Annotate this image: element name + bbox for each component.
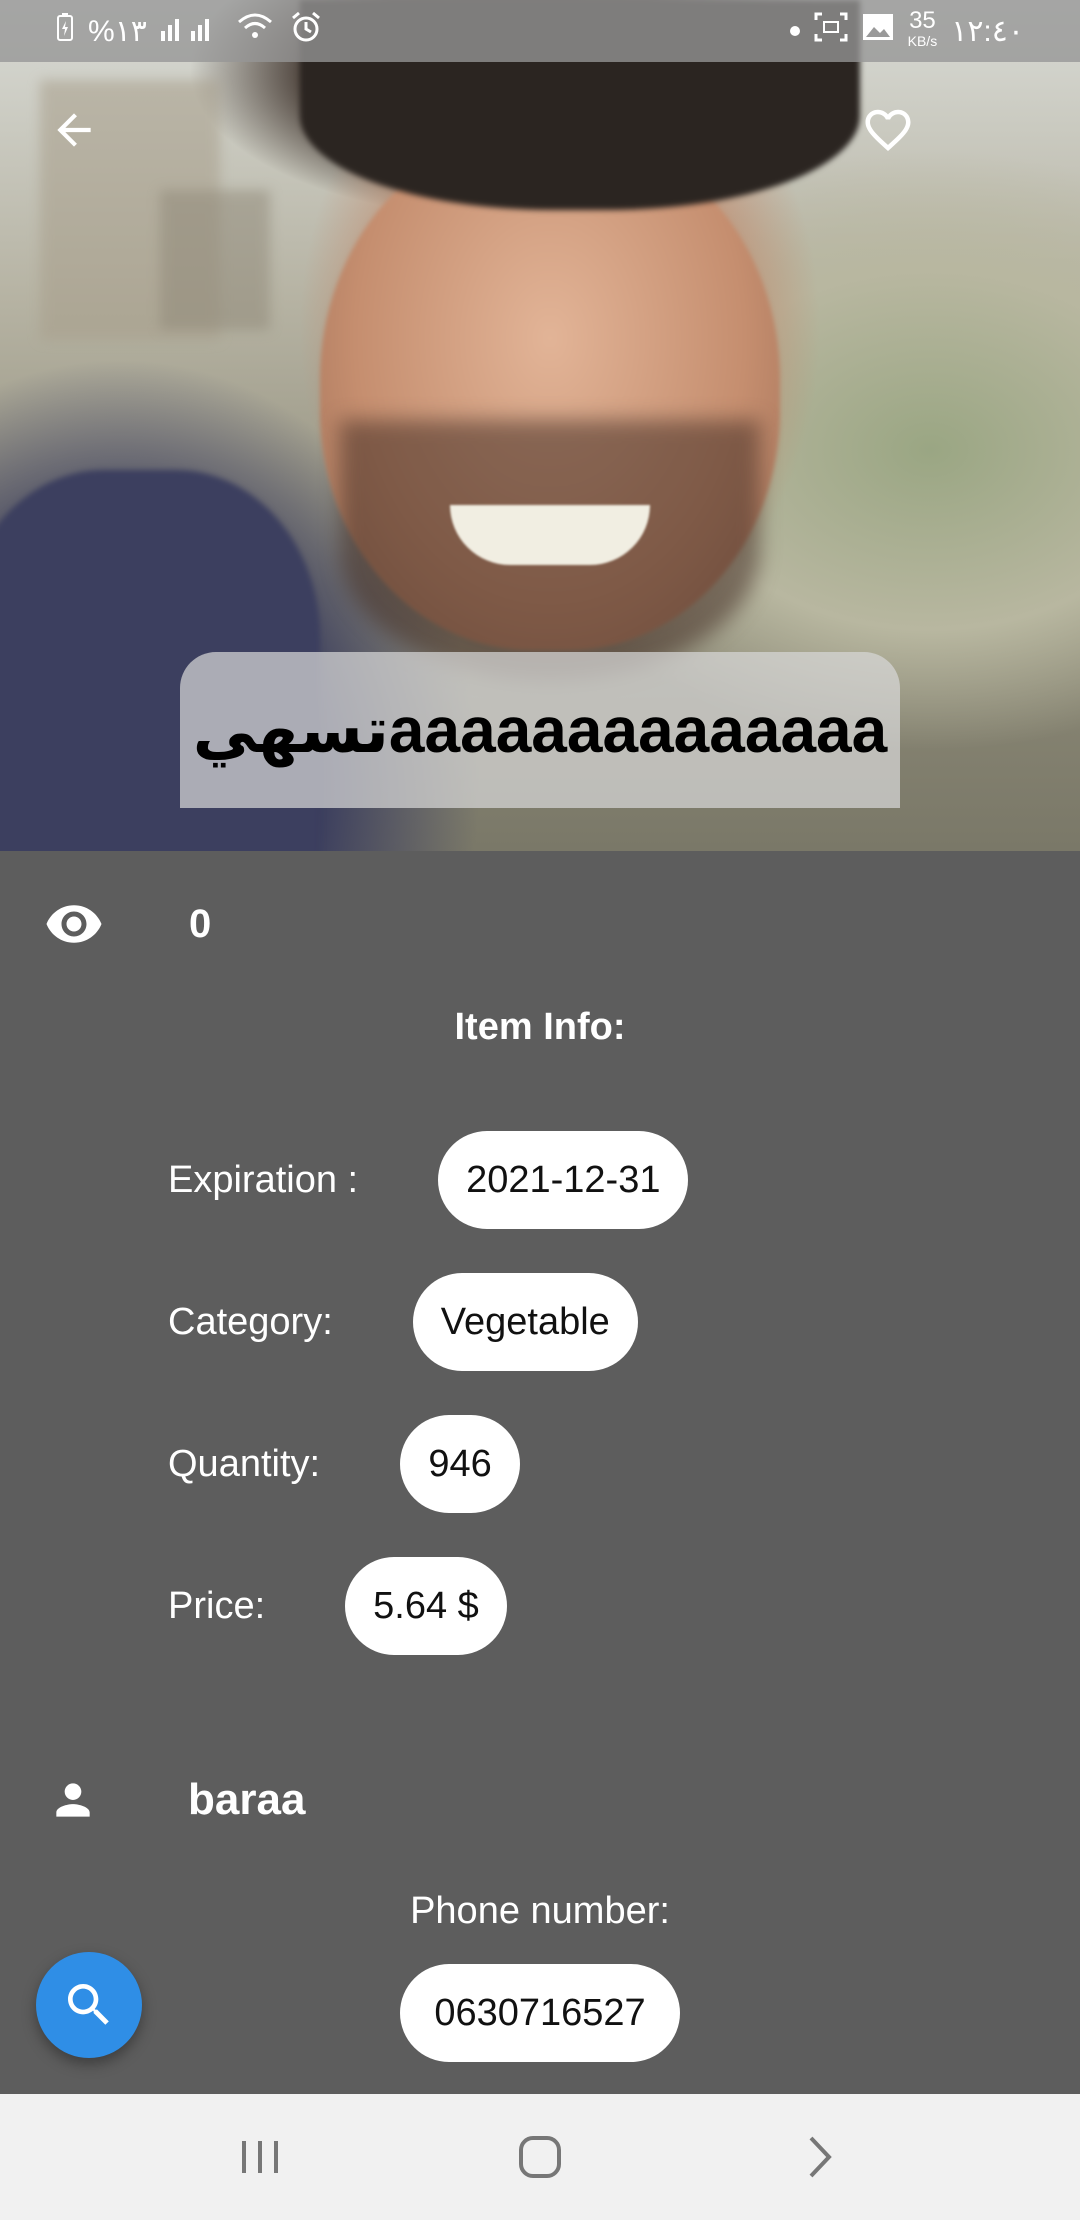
battery-icon: [56, 12, 74, 50]
status-bar: %١٣ 35 KB/s ١٢:٤٠: [0, 0, 1080, 62]
battery-level: %١٣: [88, 14, 147, 48]
gallery-icon: [862, 13, 894, 49]
category-label: Category:: [168, 1300, 333, 1343]
expiration-row: Expiration : 2021-12-31: [168, 1131, 689, 1229]
views-row: 0: [44, 890, 211, 958]
views-count: 0: [189, 902, 212, 946]
price-value: 5.64 $: [345, 1557, 507, 1655]
expiration-value: 2021-12-31: [438, 1131, 689, 1229]
home-icon: [519, 2136, 561, 2178]
system-nav-bar: [0, 2094, 1080, 2220]
back-nav-button[interactable]: [780, 2117, 860, 2197]
price-row: Price: 5.64 $: [168, 1557, 507, 1655]
signal-icon: [160, 13, 221, 49]
dot-icon: [789, 26, 800, 36]
alarm-icon: [289, 10, 323, 52]
phone-label: Phone number:: [410, 1890, 670, 1932]
clock: ١٢:٤٠: [951, 14, 1024, 48]
back-button[interactable]: [44, 100, 104, 160]
network-speed: 35 KB/s: [907, 7, 938, 50]
quantity-row: Quantity: 946: [168, 1415, 521, 1513]
recent-apps-icon: [242, 2141, 278, 2173]
owner-row: baraa: [48, 1770, 305, 1830]
arrow-back-icon: [57, 113, 91, 147]
quantity-label: Quantity:: [168, 1442, 321, 1485]
owner-name: baraa: [188, 1775, 306, 1824]
price-label: Price:: [168, 1584, 266, 1627]
home-button[interactable]: [500, 2117, 580, 2197]
phone-number[interactable]: 0630716527: [400, 1964, 680, 2062]
wifi-icon: [235, 12, 275, 50]
category-value: Vegetable: [412, 1273, 638, 1371]
screen-record-icon: [814, 12, 848, 50]
expiration-label: Expiration :: [168, 1158, 359, 1201]
search-icon: [68, 1984, 109, 2025]
recent-apps-button[interactable]: [220, 2117, 300, 2197]
eye-icon: [46, 905, 102, 943]
category-row: Category: Vegetable: [168, 1273, 638, 1371]
item-title: تسهيaaaaaaaaaaaaaa: [192, 693, 888, 766]
person-icon: [56, 1783, 90, 1817]
item-title-chip: تسهيaaaaaaaaaaaaaa: [180, 652, 900, 808]
chevron-right-icon: [809, 2136, 832, 2178]
item-info-heading: Item Info:: [454, 1006, 626, 1048]
quantity-value: 946: [400, 1415, 521, 1513]
favorite-button[interactable]: [858, 100, 918, 160]
search-button[interactable]: [36, 1952, 142, 2058]
heart-outline-icon: [865, 109, 911, 152]
